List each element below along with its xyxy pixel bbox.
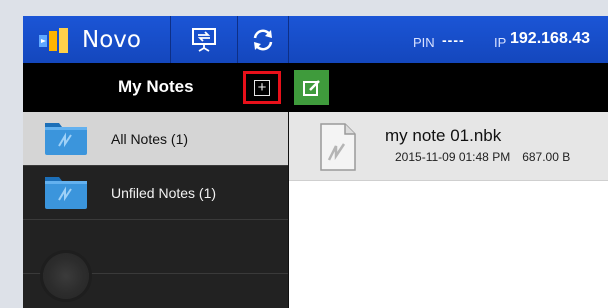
note-date: 2015-11-09 01:48 PM <box>395 150 511 164</box>
add-note-button[interactable]: + <box>243 71 281 104</box>
sidebar-title: My Notes <box>118 77 194 96</box>
sidebar: My Notes + All Notes (1) Unfiled Notes (… <box>23 63 288 308</box>
novo-logo-icon <box>39 28 68 53</box>
novo-app: Novo PIN ---- IP 192.168.43 My Notes + A… <box>23 16 608 308</box>
refresh-button[interactable] <box>238 16 288 63</box>
sidebar-header: My Notes + <box>23 63 288 112</box>
edit-button[interactable] <box>294 70 329 105</box>
note-meta: 2015-11-09 01:48 PM 687.00 B <box>395 150 570 164</box>
note-title: my note 01.nbk <box>385 126 502 145</box>
screen-share-icon <box>192 27 216 52</box>
notes-toolbar <box>288 63 608 112</box>
edit-icon <box>302 79 320 96</box>
pin-label: PIN <box>413 35 435 50</box>
note-size: 687.00 B <box>522 150 571 164</box>
sidebar-item-label: All Notes (1) <box>111 131 189 147</box>
add-note-icon: + <box>254 79 270 96</box>
sidebar-item-all-notes[interactable]: All Notes (1) <box>23 112 288 166</box>
ip-label: IP <box>494 35 507 50</box>
note-list-item[interactable]: my note 01.nbk 2015-11-09 01:48 PM 687.00… <box>289 112 608 181</box>
folder-icon <box>45 177 87 209</box>
sidebar-item-label: Unfiled Notes (1) <box>111 185 217 201</box>
sidebar-item-unfiled-notes[interactable]: Unfiled Notes (1) <box>23 166 288 220</box>
screen-share-button[interactable] <box>171 16 237 63</box>
toolbar-separator <box>288 16 289 63</box>
note-file-icon <box>320 123 356 171</box>
app-name: Novo <box>82 27 141 53</box>
folder-icon <box>45 123 87 155</box>
pin-value: ---- <box>442 32 465 48</box>
floating-circle-button[interactable] <box>43 253 89 299</box>
ip-value: 192.168.43 <box>510 30 591 47</box>
top-bar: Novo PIN ---- IP 192.168.43 <box>23 16 608 63</box>
refresh-icon <box>253 29 273 50</box>
